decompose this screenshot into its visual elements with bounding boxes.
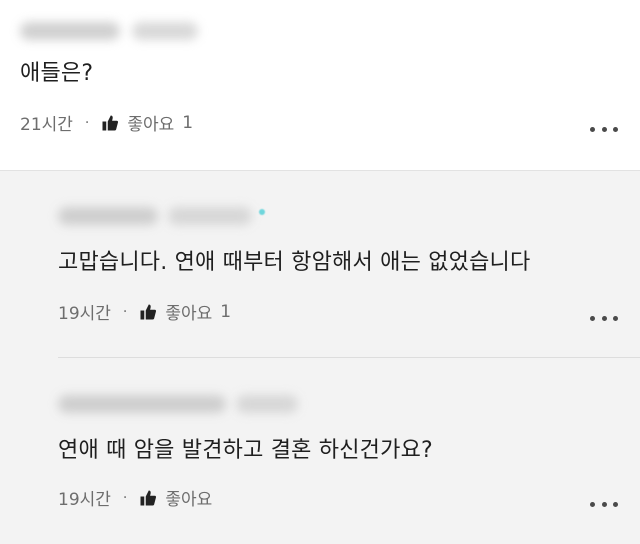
badge-icon xyxy=(259,209,265,215)
like-button-label[interactable]: 좋아요 xyxy=(127,110,174,135)
more-options-icon[interactable] xyxy=(590,314,618,322)
like-count: 1 xyxy=(220,301,232,322)
reply-text: 고맙습니다. 연애 때부터 항암해서 애는 없었습니다 xyxy=(58,250,531,275)
comment-text: 애들은? xyxy=(20,61,94,86)
reply-meta: 19시간 · 좋아요 xyxy=(58,485,212,511)
thumbs-up-icon[interactable] xyxy=(101,114,119,132)
meta-separator: · xyxy=(122,489,128,506)
like-button-label[interactable]: 좋아요 xyxy=(165,299,212,324)
author-name-blurred[interactable] xyxy=(58,207,158,225)
author-name-blurred[interactable] xyxy=(20,22,120,40)
thumbs-up-icon[interactable] xyxy=(139,489,157,507)
reply-meta: 19시간 · 좋아요 1 xyxy=(58,299,232,325)
author-id-blurred[interactable] xyxy=(236,395,298,413)
reply-text: 연애 때 암을 발견하고 결혼 하신건가요? xyxy=(58,438,433,463)
more-options-icon[interactable] xyxy=(590,125,618,133)
comment-time: 21시간 xyxy=(20,115,73,135)
thumbs-up-icon[interactable] xyxy=(139,303,157,321)
more-options-icon[interactable] xyxy=(590,500,618,508)
reply-item: 고맙습니다. 연애 때부터 항암해서 애는 없었습니다 19시간 · 좋아요 1 xyxy=(0,171,640,357)
like-button-label[interactable]: 좋아요 xyxy=(165,485,212,510)
replies-section: 고맙습니다. 연애 때부터 항암해서 애는 없었습니다 19시간 · 좋아요 1… xyxy=(0,170,640,544)
reply-time: 19시간 xyxy=(58,490,111,510)
meta-separator: · xyxy=(122,303,128,320)
meta-separator: · xyxy=(84,114,90,131)
reply-item: 연애 때 암을 발견하고 결혼 하신건가요? 19시간 · 좋아요 xyxy=(0,357,640,544)
reply-time: 19시간 xyxy=(58,304,111,324)
author-id-blurred[interactable] xyxy=(168,207,252,225)
comment-item: 애들은? 21시간 · 좋아요 1 xyxy=(0,0,640,170)
author-id-blurred[interactable] xyxy=(132,22,198,40)
like-count: 1 xyxy=(182,112,194,133)
comment-meta: 21시간 · 좋아요 1 xyxy=(20,110,194,136)
author-name-blurred[interactable] xyxy=(58,395,226,413)
